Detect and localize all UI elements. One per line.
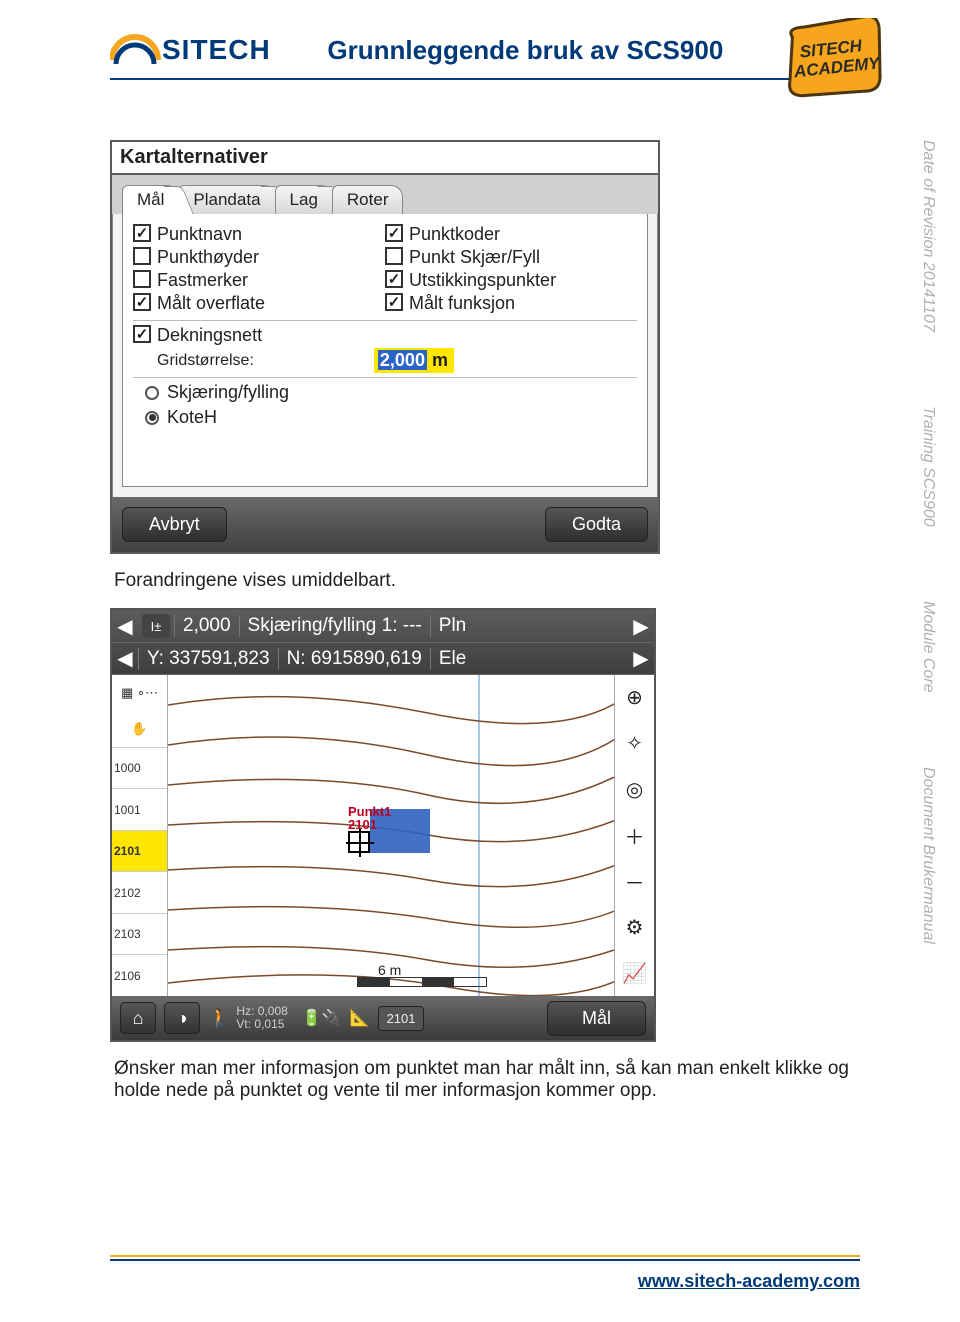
grid-icon[interactable]: ▦ ∘⋯ — [112, 675, 167, 711]
footer-rule-blue — [110, 1259, 860, 1261]
interval-icon[interactable]: I± — [142, 614, 170, 638]
cb-punkt-skjaer-fyll[interactable]: Punkt Skjær/Fyll — [385, 247, 637, 268]
home-icon[interactable]: ⌂ — [120, 1002, 156, 1034]
body-text-2: Ønsker man mer informasjon om punktet ma… — [114, 1058, 856, 1102]
person-icon: 🚶 — [208, 1008, 230, 1029]
vt-value: Vt: 0,015 — [236, 1018, 287, 1031]
logo-text: SITECH — [162, 34, 271, 66]
academy-badge: SITECH ACADEMY — [780, 18, 890, 103]
cb-maalt-overflate[interactable]: Målt overflate — [133, 293, 385, 314]
list-item[interactable]: 1001 — [112, 788, 167, 830]
instrument-icon: 📐 — [350, 1008, 370, 1028]
map-screenshot: ◀ I± 2,000 Skjæring/fylling 1: --- Pln ▶… — [110, 608, 656, 1042]
list-item[interactable]: 1000 — [112, 747, 167, 789]
cb-utstikkingspunkter[interactable]: Utstikkingspunkter — [385, 270, 637, 291]
radio-koteh[interactable]: KoteH — [145, 407, 637, 428]
zoom-window-icon[interactable]: ◎ — [615, 767, 654, 813]
cb-punktkoder[interactable]: Punktkoder — [385, 224, 637, 245]
next-icon[interactable]: ▶ — [628, 614, 654, 639]
profile-icon[interactable]: 📈 — [615, 950, 654, 996]
footer-link[interactable]: www.sitech-academy.com — [110, 1271, 860, 1292]
list-item[interactable]: 2101 — [112, 830, 167, 872]
left-toolbar: ▦ ∘⋯ ✋ 1000 1001 2101 2102 2103 2106 — [112, 675, 168, 996]
list-item[interactable]: 2106 — [112, 954, 167, 996]
cb-fastmerker[interactable]: Fastmerker — [133, 270, 385, 291]
right-toolbar: ⊕ ✧ ◎ ＋ － ⚙ 📈 — [614, 675, 654, 996]
n-coord: N: 6915890,619 — [278, 648, 430, 670]
tab-maal[interactable]: Mål — [122, 185, 179, 214]
skjaering-value: Skjæring/fylling 1: --- — [239, 615, 430, 637]
gridsize-input[interactable]: 2,000 m — [374, 348, 454, 373]
side-metadata: Date of Revision 20141107 Training SCS90… — [916, 140, 940, 1190]
interval-value: 2,000 — [174, 615, 239, 637]
page-title: Grunnleggende bruk av SCS900 — [271, 35, 780, 66]
map-canvas[interactable]: Punkt1 2101 6 m — [168, 675, 614, 996]
list-item[interactable]: 2103 — [112, 913, 167, 955]
battery-icon: 🔋🔌 — [302, 1008, 342, 1028]
header-rule — [110, 78, 860, 80]
code-chip[interactable]: 2101 — [378, 1006, 425, 1031]
scale-bar: 6 m — [328, 974, 487, 990]
cb-punkthoyder[interactable]: Punkthøyder — [133, 247, 385, 268]
accept-button[interactable]: Godta — [545, 507, 648, 542]
maal-button[interactable]: Mål — [547, 1001, 646, 1036]
zoom-center-icon[interactable]: ✧ — [615, 721, 654, 767]
crosshair-icon — [348, 831, 370, 853]
y-coord: Y: 337591,823 — [138, 648, 278, 670]
radio-skjaering-fylling[interactable]: Skjæring/fylling — [145, 382, 637, 403]
cancel-button[interactable]: Avbryt — [122, 507, 227, 542]
prev-icon[interactable]: ◀ — [112, 614, 138, 639]
cb-dekningsnett[interactable]: Dekningsnett — [133, 325, 637, 346]
tab-plandata[interactable]: Plandata — [178, 185, 275, 214]
sitech-logo: SITECH — [110, 30, 271, 70]
tabs: Mål Plandata Lag Roter — [112, 175, 658, 214]
kartalternativer-dialog: Kartalternativer Mål Plandata Lag Roter … — [110, 140, 660, 554]
dialog-title: Kartalternativer — [112, 142, 658, 175]
el-label: Ele — [430, 648, 628, 670]
next2-icon[interactable]: ▶ — [628, 646, 654, 671]
footer-rule-orange — [110, 1255, 860, 1257]
list-item[interactable]: 2102 — [112, 871, 167, 913]
cb-punktnavn[interactable]: Punktnavn — [133, 224, 385, 245]
hand-icon[interactable]: ✋ — [112, 711, 167, 747]
body-text-1: Forandringene vises umiddelbart. — [114, 570, 856, 592]
zoom-out-icon[interactable]: － — [615, 858, 654, 904]
gridsize-label: Gridstørrelse: — [157, 352, 254, 370]
zoom-in-icon[interactable]: ＋ — [615, 813, 654, 859]
settings-icon[interactable]: ⚙ — [615, 904, 654, 950]
layers-icon[interactable]: ◑ — [164, 1002, 200, 1034]
pln-value: Pln — [430, 615, 628, 637]
cb-maalt-funksjon[interactable]: Målt funksjon — [385, 293, 637, 314]
prev2-icon[interactable]: ◀ — [112, 646, 138, 671]
tab-roter[interactable]: Roter — [332, 185, 404, 214]
zoom-extents-icon[interactable]: ⊕ — [615, 675, 654, 721]
point-marker[interactable]: Punkt1 2101 — [348, 805, 391, 856]
tab-lag[interactable]: Lag — [275, 185, 333, 214]
